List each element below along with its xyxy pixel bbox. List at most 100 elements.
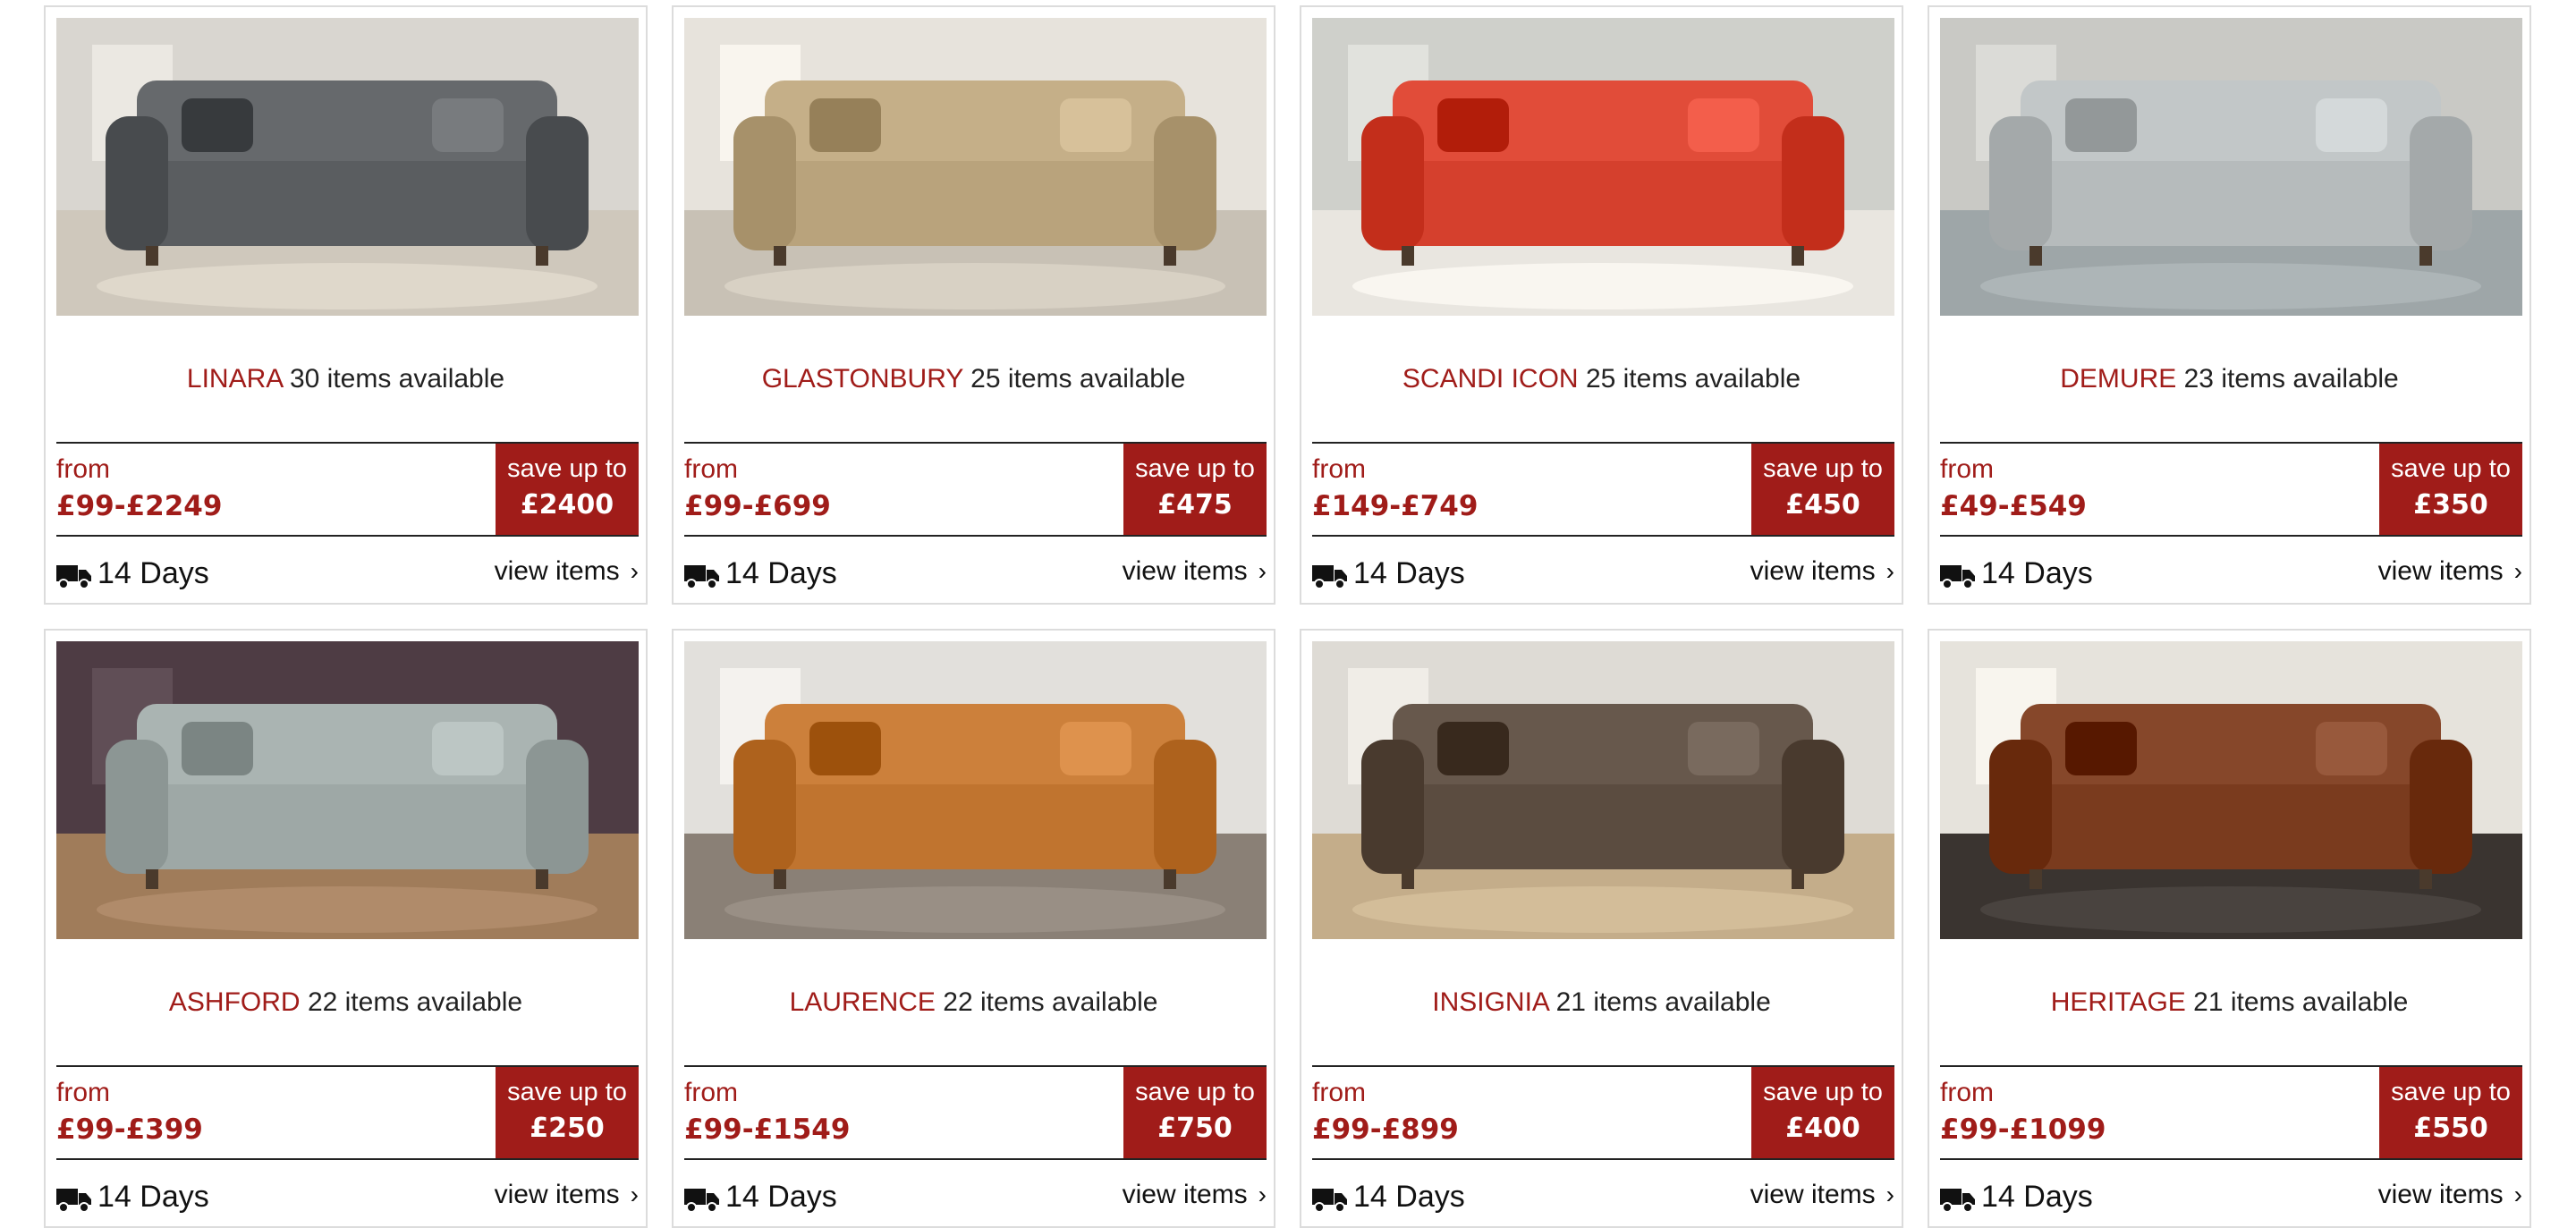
product-image[interactable] bbox=[56, 641, 639, 939]
sofa-illustration bbox=[684, 641, 1267, 939]
sofa-leg bbox=[536, 869, 548, 889]
view-items-link[interactable]: view items › bbox=[1123, 556, 1267, 587]
product-name[interactable]: INSIGNIA bbox=[1432, 987, 1548, 1017]
product-card[interactable]: INSIGNIA 21 items available from £99-£89… bbox=[1300, 629, 1903, 1228]
sofa-arm-right bbox=[1782, 740, 1844, 874]
sofa-arm-right bbox=[1782, 116, 1844, 250]
product-image[interactable] bbox=[1940, 18, 2522, 316]
product-name[interactable]: HERITAGE bbox=[2051, 987, 2186, 1017]
view-items-label[interactable]: view items bbox=[2378, 1180, 2504, 1209]
save-badge: save up to £250 bbox=[496, 1067, 639, 1158]
sofa-arm-right bbox=[2410, 116, 2472, 250]
sofa-seat bbox=[1384, 161, 1822, 246]
product-card[interactable]: LAURENCE 22 items available from £99-£15… bbox=[672, 629, 1275, 1228]
sofa-leg bbox=[146, 246, 158, 266]
product-title[interactable]: LINARA 30 items available bbox=[56, 361, 635, 397]
product-image[interactable] bbox=[1312, 18, 1894, 316]
product-title[interactable]: HERITAGE 21 items available bbox=[1940, 985, 2519, 1021]
save-amount: £550 bbox=[2413, 1113, 2488, 1144]
view-items-link[interactable]: view items › bbox=[1750, 1180, 1894, 1210]
view-items-label[interactable]: view items bbox=[1750, 1180, 1876, 1209]
sofa-seat bbox=[756, 161, 1194, 246]
view-items-label[interactable]: view items bbox=[495, 1180, 620, 1209]
chevron-right-icon[interactable]: › bbox=[2514, 557, 2522, 586]
product-image[interactable] bbox=[56, 18, 639, 316]
truck-icon bbox=[1940, 565, 1975, 589]
product-title[interactable]: GLASTONBURY 25 items available bbox=[684, 361, 1263, 397]
product-image[interactable] bbox=[684, 18, 1267, 316]
sofa-leg bbox=[146, 869, 158, 889]
product-name[interactable]: SCANDI ICON bbox=[1402, 364, 1579, 394]
product-card[interactable]: LINARA 30 items available from £99-£2249… bbox=[44, 5, 648, 605]
product-name[interactable]: GLASTONBURY bbox=[762, 364, 963, 394]
from-label: from bbox=[56, 1078, 110, 1107]
product-name[interactable]: ASHFORD bbox=[169, 987, 301, 1017]
save-amount: £250 bbox=[530, 1113, 605, 1144]
sofa-leg bbox=[536, 246, 548, 266]
product-card[interactable]: SCANDI ICON 25 items available from £149… bbox=[1300, 5, 1903, 605]
product-name[interactable]: LAURENCE bbox=[790, 987, 936, 1017]
product-card[interactable]: DEMURE 23 items available from £49-£549 … bbox=[1928, 5, 2531, 605]
cushion bbox=[809, 98, 881, 152]
items-available: 30 items available bbox=[289, 364, 505, 394]
product-image[interactable] bbox=[1940, 641, 2522, 939]
view-items-link[interactable]: view items › bbox=[2378, 556, 2522, 587]
cushion bbox=[809, 722, 881, 775]
sofa-arm-left bbox=[106, 116, 168, 250]
chevron-right-icon[interactable]: › bbox=[1886, 557, 1894, 586]
product-card[interactable]: GLASTONBURY 25 items available from £99-… bbox=[672, 5, 1275, 605]
sofa-leg bbox=[2029, 869, 2042, 889]
items-available: 25 items available bbox=[970, 364, 1186, 394]
sofa-illustration bbox=[1312, 641, 1894, 939]
chevron-right-icon[interactable]: › bbox=[1258, 557, 1267, 586]
product-title[interactable]: DEMURE 23 items available bbox=[1940, 361, 2519, 397]
view-items-link[interactable]: view items › bbox=[1750, 556, 1894, 587]
product-card[interactable]: HERITAGE 21 items available from £99-£10… bbox=[1928, 629, 2531, 1228]
view-items-link[interactable]: view items › bbox=[495, 556, 639, 587]
product-card[interactable]: ASHFORD 22 items available from £99-£399… bbox=[44, 629, 648, 1228]
product-name[interactable]: LINARA bbox=[187, 364, 283, 394]
save-badge: save up to £2400 bbox=[496, 444, 639, 535]
view-items-label[interactable]: view items bbox=[2378, 556, 2504, 586]
product-title[interactable]: ASHFORD 22 items available bbox=[56, 985, 635, 1021]
product-title[interactable]: SCANDI ICON 25 items available bbox=[1312, 361, 1891, 397]
product-title[interactable]: INSIGNIA 21 items available bbox=[1312, 985, 1891, 1021]
product-image[interactable] bbox=[1312, 641, 1894, 939]
chevron-right-icon[interactable]: › bbox=[1886, 1181, 1894, 1209]
delivery-row: 14 Days view items › bbox=[56, 553, 639, 596]
product-name[interactable]: DEMURE bbox=[2060, 364, 2176, 394]
view-items-link[interactable]: view items › bbox=[2378, 1180, 2522, 1210]
chevron-right-icon[interactable]: › bbox=[1258, 1181, 1267, 1209]
sofa-leg bbox=[1402, 869, 1414, 889]
view-items-label[interactable]: view items bbox=[1123, 1180, 1248, 1209]
save-amount: £450 bbox=[1785, 489, 1860, 521]
save-amount: £2400 bbox=[520, 489, 614, 521]
price-range: £49-£549 bbox=[1940, 490, 2087, 522]
sofa-seat bbox=[756, 784, 1194, 869]
truck-icon bbox=[684, 565, 719, 589]
sofa-arm-right bbox=[526, 116, 589, 250]
cushion bbox=[432, 98, 504, 152]
cushion bbox=[1437, 98, 1509, 152]
save-badge: save up to £350 bbox=[2379, 444, 2522, 535]
view-items-link[interactable]: view items › bbox=[495, 1180, 639, 1210]
truck-icon bbox=[56, 1189, 91, 1213]
sofa-arm-right bbox=[526, 740, 589, 874]
from-label: from bbox=[1312, 454, 1366, 484]
from-label: from bbox=[684, 454, 738, 484]
sofa-arm-left bbox=[733, 740, 796, 874]
save-label: save up to bbox=[2391, 1078, 2511, 1106]
view-items-label[interactable]: view items bbox=[1123, 556, 1248, 586]
delivery-days: 14 Days bbox=[1981, 1180, 2093, 1214]
sofa-leg bbox=[2419, 246, 2432, 266]
chevron-right-icon[interactable]: › bbox=[631, 1181, 639, 1209]
price-range: £99-£399 bbox=[56, 1114, 203, 1146]
price-range: £99-£699 bbox=[684, 490, 831, 522]
chevron-right-icon[interactable]: › bbox=[2514, 1181, 2522, 1209]
view-items-label[interactable]: view items bbox=[495, 556, 620, 586]
product-image[interactable] bbox=[684, 641, 1267, 939]
view-items-label[interactable]: view items bbox=[1750, 556, 1876, 586]
view-items-link[interactable]: view items › bbox=[1123, 1180, 1267, 1210]
chevron-right-icon[interactable]: › bbox=[631, 557, 639, 586]
product-title[interactable]: LAURENCE 22 items available bbox=[684, 985, 1263, 1021]
